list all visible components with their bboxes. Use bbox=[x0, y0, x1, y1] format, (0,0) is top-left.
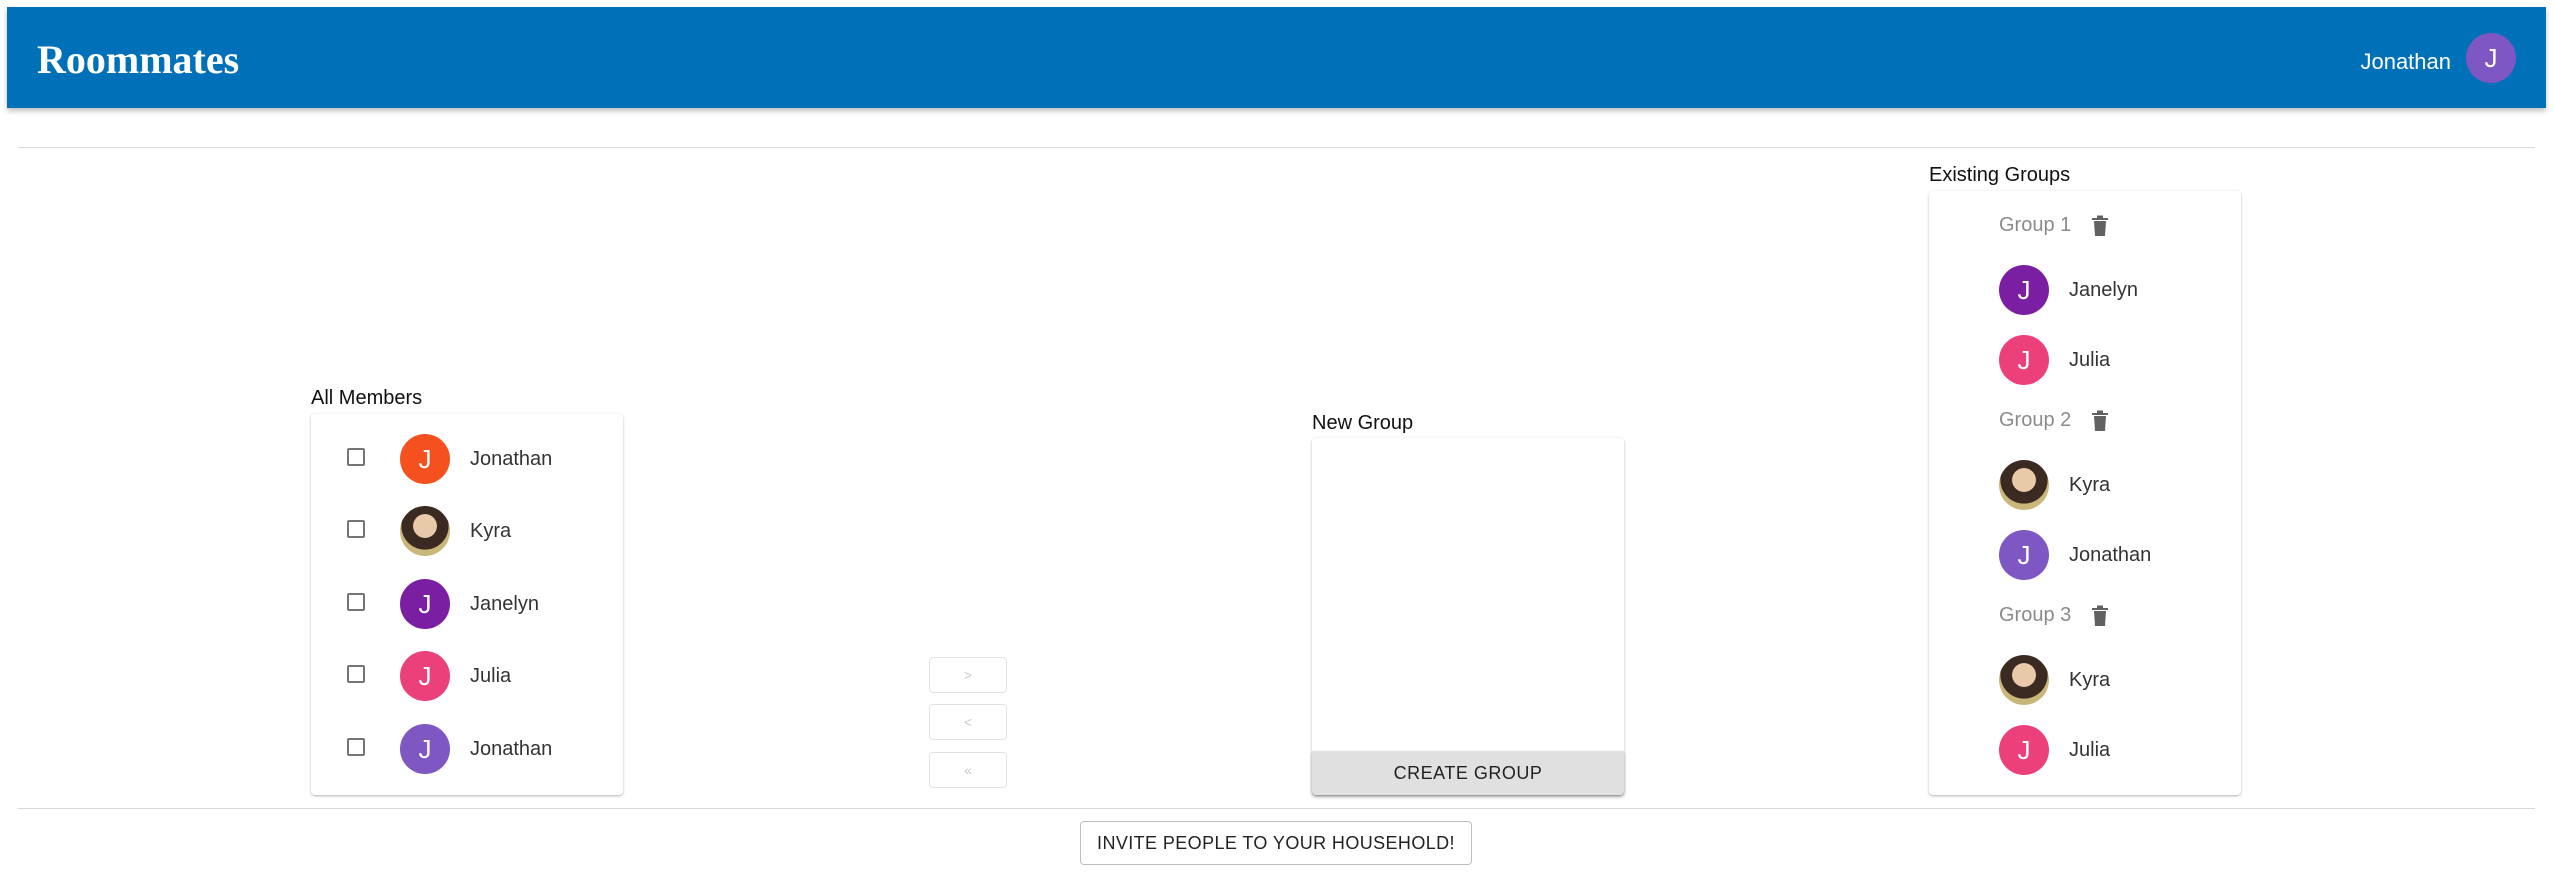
group-name: Group 1 bbox=[1999, 214, 2072, 236]
group-member-row: J Janelyn bbox=[1929, 254, 2241, 326]
member-avatar: J bbox=[1999, 725, 2049, 775]
member-name: Janelyn bbox=[470, 593, 539, 615]
app-bar: Roommates Jonathan J bbox=[7, 7, 2546, 108]
all-members-label: All Members bbox=[311, 387, 423, 409]
new-group-label: New Group bbox=[1312, 412, 1414, 434]
group-name: Group 3 bbox=[1999, 604, 2072, 626]
trash-icon[interactable] bbox=[2091, 605, 2109, 627]
trash-icon[interactable] bbox=[2091, 215, 2109, 237]
member-avatar bbox=[1999, 460, 2049, 510]
member-row[interactable]: J Jonathan bbox=[311, 423, 623, 495]
member-name: Kyra bbox=[2069, 474, 2111, 496]
member-avatar: J bbox=[400, 651, 450, 701]
move-all-left-button[interactable]: « bbox=[929, 752, 1007, 788]
create-group-button[interactable]: CREATE GROUP bbox=[1312, 751, 1624, 795]
member-avatar: J bbox=[1999, 265, 2049, 315]
all-members-list: J Jonathan Kyra J Janelyn J Julia J Jona… bbox=[311, 414, 623, 795]
group-member-row: Kyra bbox=[1929, 644, 2241, 716]
member-checkbox[interactable] bbox=[347, 738, 365, 756]
current-user-avatar[interactable]: J bbox=[2466, 33, 2516, 83]
top-divider bbox=[18, 147, 2535, 148]
member-avatar: J bbox=[1999, 335, 2049, 385]
existing-groups-list: Group 1 J Janelyn J Julia Group 2 Kyra J… bbox=[1929, 191, 2241, 795]
group-member-row: Kyra bbox=[1929, 449, 2241, 521]
member-name: Jonathan bbox=[470, 738, 553, 760]
move-left-button[interactable]: < bbox=[929, 704, 1007, 740]
member-name: Kyra bbox=[470, 520, 512, 542]
member-name: Janelyn bbox=[2069, 279, 2138, 301]
member-checkbox[interactable] bbox=[347, 593, 365, 611]
member-row[interactable]: J Julia bbox=[311, 640, 623, 712]
member-avatar: J bbox=[400, 579, 450, 629]
group-member-row: J Julia bbox=[1929, 714, 2241, 786]
group-member-row: J Jonathan bbox=[1929, 519, 2241, 591]
current-user-name[interactable]: Jonathan bbox=[2360, 49, 2451, 75]
member-row[interactable]: Kyra bbox=[311, 495, 623, 567]
member-name: Jonathan bbox=[470, 448, 553, 470]
app-title: Roommates bbox=[37, 37, 240, 82]
existing-groups-label: Existing Groups bbox=[1929, 164, 2071, 186]
member-name: Julia bbox=[470, 665, 512, 687]
group-member-row: J Julia bbox=[1929, 324, 2241, 396]
member-avatar bbox=[1999, 655, 2049, 705]
member-name: Kyra bbox=[2069, 669, 2111, 691]
new-group-list: CREATE GROUP bbox=[1312, 438, 1624, 795]
bottom-divider bbox=[18, 808, 2535, 809]
member-checkbox[interactable] bbox=[347, 520, 365, 538]
move-right-button[interactable]: > bbox=[929, 657, 1007, 693]
invite-people-button[interactable]: INVITE PEOPLE TO YOUR HOUSEHOLD! bbox=[1080, 821, 1472, 865]
member-avatar bbox=[400, 506, 450, 556]
member-avatar: J bbox=[400, 434, 450, 484]
member-checkbox[interactable] bbox=[347, 448, 365, 466]
member-row[interactable]: J Jonathan bbox=[311, 713, 623, 785]
member-checkbox[interactable] bbox=[347, 665, 365, 683]
member-avatar: J bbox=[1999, 530, 2049, 580]
trash-icon[interactable] bbox=[2091, 410, 2109, 432]
group-name: Group 2 bbox=[1999, 409, 2072, 431]
member-row[interactable]: J Janelyn bbox=[311, 568, 623, 640]
member-name: Julia bbox=[2069, 739, 2111, 761]
member-name: Jonathan bbox=[2069, 544, 2152, 566]
member-name: Julia bbox=[2069, 349, 2111, 371]
member-avatar: J bbox=[400, 724, 450, 774]
